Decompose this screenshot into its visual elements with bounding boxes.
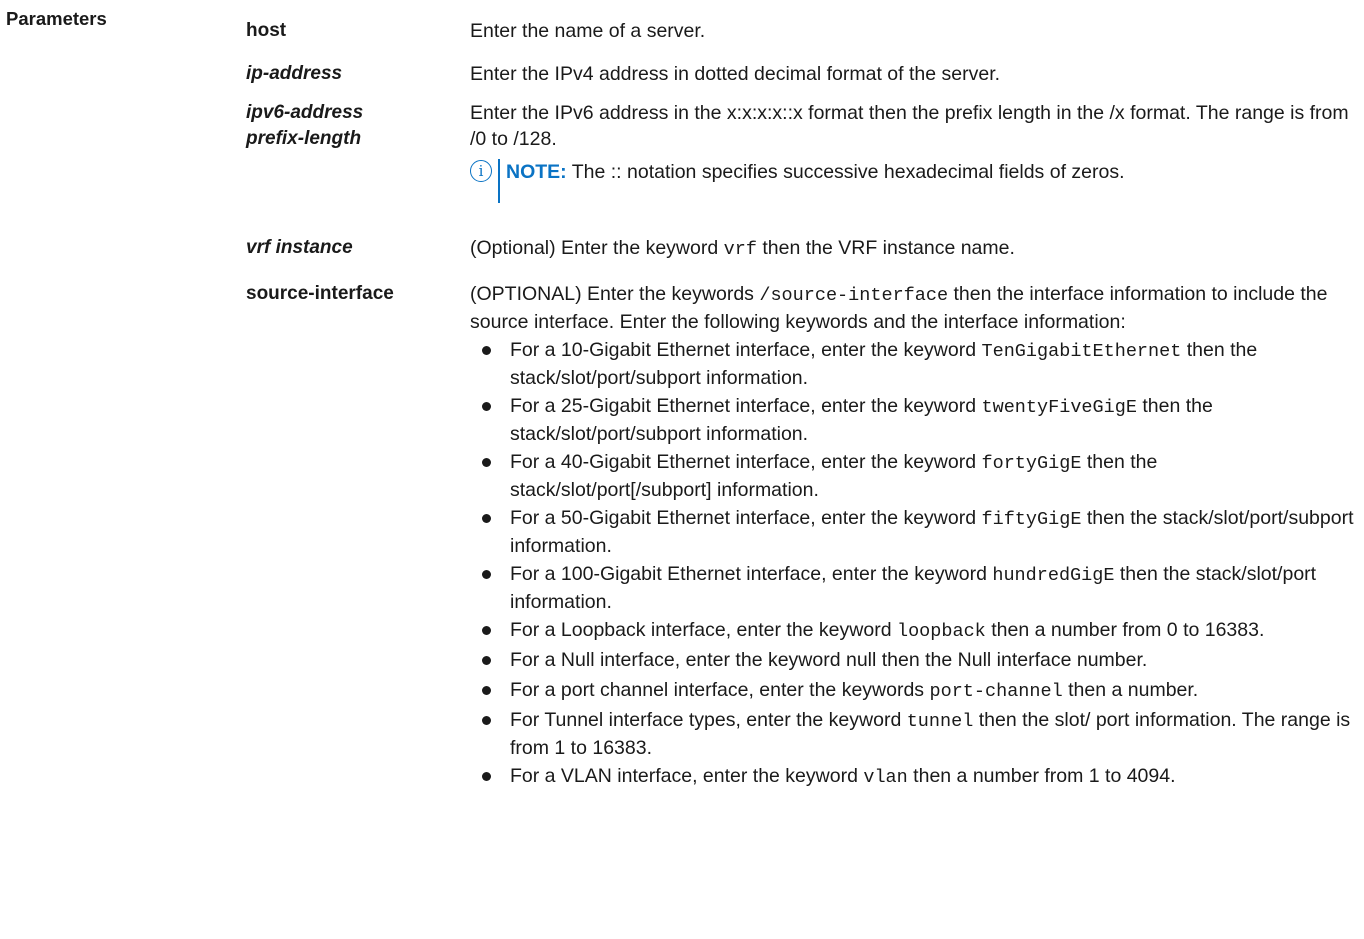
keyword-code: fortyGigE — [981, 453, 1082, 474]
note-text: The :: notation specifies successive hex… — [566, 161, 1125, 183]
note-label: NOTE: — [506, 161, 567, 183]
keyword-code: vrf — [723, 239, 757, 260]
desc-text: (Optional) Enter the keyword — [470, 237, 724, 259]
keyword-code: TenGigabitEthernet — [981, 341, 1182, 362]
bullet-text: then a number from 1 to 4094. — [907, 765, 1176, 787]
param-term-ipv6-line2: prefix-length — [246, 128, 362, 149]
bullet-text: then a number. — [1062, 679, 1199, 701]
bullet-text: For a port channel interface, enter the … — [510, 679, 930, 701]
param-row-ipv6-address: ipv6-address prefix-length Enter the IPv… — [246, 100, 1360, 235]
param-desc-ipv6-text: Enter the IPv6 address in the x:x:x:x::x… — [470, 102, 1349, 150]
section-label-parameters: Parameters — [6, 8, 107, 29]
keyword-code: fiftyGigE — [981, 509, 1082, 530]
note-divider — [498, 159, 500, 203]
bullet-text: For a VLAN interface, enter the keyword — [510, 765, 864, 787]
bullet-text: For a 25-Gigabit Ethernet interface, ent… — [510, 395, 982, 417]
list-item: For a Null interface, enter the keyword … — [470, 647, 1360, 675]
bullet-text: For a Loopback interface, enter the keyw… — [510, 619, 897, 641]
keyword-code: hundredGigE — [992, 565, 1115, 586]
keyword-code: port-channel — [929, 681, 1063, 702]
keyword-code: twentyFiveGigE — [981, 397, 1137, 418]
keyword-code: loopback — [896, 621, 986, 642]
param-desc-vrf-instance: (Optional) Enter the keyword vrf then th… — [470, 235, 1360, 263]
bullet-text: For a 100-Gigabit Ethernet interface, en… — [510, 563, 993, 585]
param-term-vrf-instance: vrf instance — [246, 237, 353, 258]
param-term-host: host — [246, 20, 287, 41]
param-row-vrf-instance: vrf instance (Optional) Enter the keywor… — [246, 235, 1360, 281]
param-term-ipv6-address: ipv6-address prefix-length — [246, 100, 456, 152]
param-desc-host: Enter the name of a server. — [470, 20, 706, 42]
list-item: For a 100-Gigabit Ethernet interface, en… — [470, 561, 1360, 615]
bullet-text: For a Null interface, enter the keyword … — [510, 649, 1148, 671]
param-term-ipv6-line1: ipv6-address — [246, 102, 364, 123]
keyword-code: /source-interface — [759, 285, 949, 306]
param-desc-ipv6-address: Enter the IPv6 address in the x:x:x:x::x… — [470, 100, 1360, 203]
interface-keyword-list: For a 10-Gigabit Ethernet interface, ent… — [470, 337, 1360, 791]
list-item: For a 40-Gigabit Ethernet interface, ent… — [470, 449, 1360, 503]
info-icon: i — [470, 160, 492, 182]
keyword-code: vlan — [863, 767, 908, 788]
list-item: For a Loopback interface, enter the keyw… — [470, 617, 1360, 645]
note-callout: i NOTE: The :: notation specifies succes… — [470, 159, 1360, 203]
bullet-text: For Tunnel interface types, enter the ke… — [510, 709, 907, 731]
keyword-code: tunnel — [906, 711, 974, 732]
desc-text: then the VRF instance name. — [756, 237, 1015, 259]
param-term-ip-address: ip-address — [246, 63, 343, 84]
bullet-text: For a 40-Gigabit Ethernet interface, ent… — [510, 451, 982, 473]
param-term-source-interface: source-interface — [246, 283, 394, 304]
bullet-text: For a 10-Gigabit Ethernet interface, ent… — [510, 339, 982, 361]
note-body: NOTE: The :: notation specifies successi… — [506, 159, 1125, 185]
param-row-source-interface: source-interface (OPTIONAL) Enter the ke… — [246, 281, 1360, 791]
source-interface-intro: (OPTIONAL) Enter the keywords /source-in… — [470, 281, 1360, 335]
list-item: For a 25-Gigabit Ethernet interface, ent… — [470, 393, 1360, 447]
param-row-ip-address: ip-address Enter the IPv4 address in dot… — [246, 61, 1360, 100]
bullet-text: then a number from 0 to 16383. — [985, 619, 1265, 641]
list-item: For a port channel interface, enter the … — [470, 677, 1360, 705]
param-desc-source-interface: (OPTIONAL) Enter the keywords /source-in… — [470, 281, 1360, 791]
parameters-table: host Enter the name of a server. ip-addr… — [246, 18, 1360, 791]
param-row-host: host Enter the name of a server. — [246, 18, 1360, 61]
list-item: For Tunnel interface types, enter the ke… — [470, 707, 1360, 761]
bullet-text: For a 50-Gigabit Ethernet interface, ent… — [510, 507, 982, 529]
param-desc-ip-address: Enter the IPv4 address in dotted decimal… — [470, 63, 1001, 85]
list-item: For a 50-Gigabit Ethernet interface, ent… — [470, 505, 1360, 559]
list-item: For a 10-Gigabit Ethernet interface, ent… — [470, 337, 1360, 391]
list-item: For a VLAN interface, enter the keyword … — [470, 763, 1360, 791]
desc-text: (OPTIONAL) Enter the keywords — [470, 283, 760, 305]
